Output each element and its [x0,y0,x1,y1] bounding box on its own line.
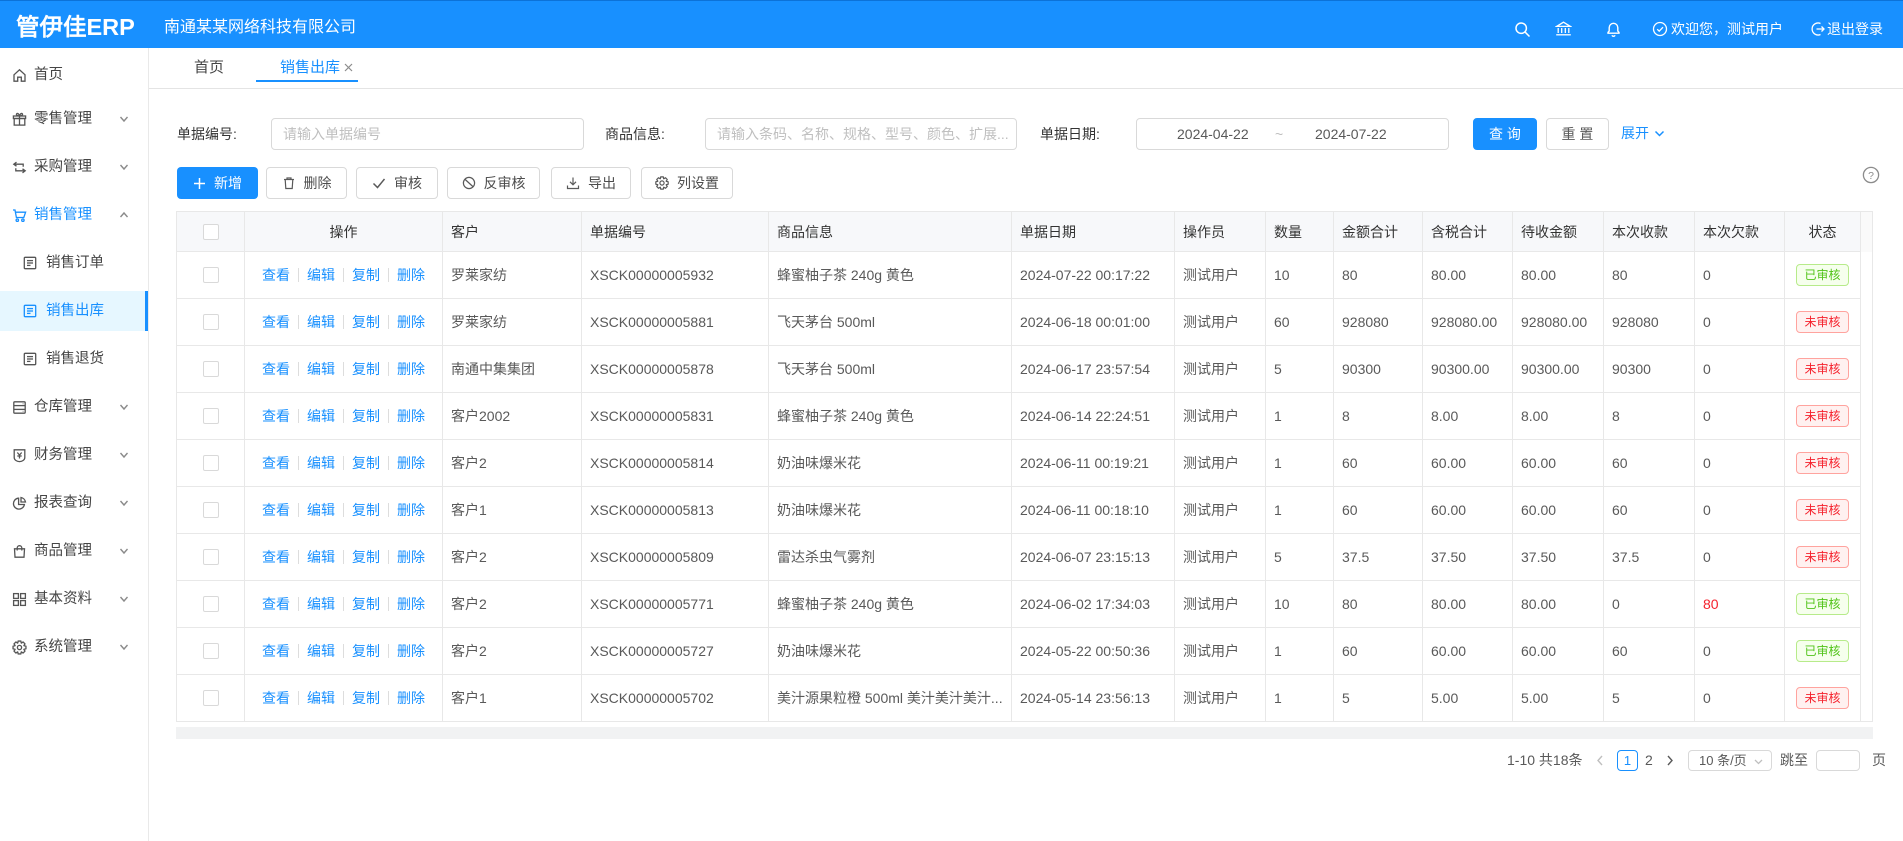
svg-text:?: ? [1868,170,1874,182]
